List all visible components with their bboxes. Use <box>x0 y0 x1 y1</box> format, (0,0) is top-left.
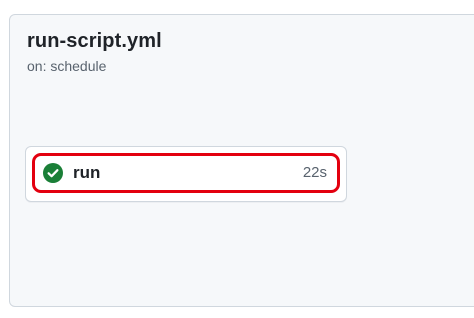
job-run-link[interactable]: run 22s <box>32 153 340 193</box>
job-card: run 22s <box>25 146 347 202</box>
job-duration: 22s <box>302 164 327 181</box>
check-circle-icon <box>43 163 63 183</box>
job-name: run <box>73 163 101 182</box>
workflow-trigger: on: schedule <box>27 58 107 74</box>
workflow-title: run-script.yml <box>27 30 162 52</box>
